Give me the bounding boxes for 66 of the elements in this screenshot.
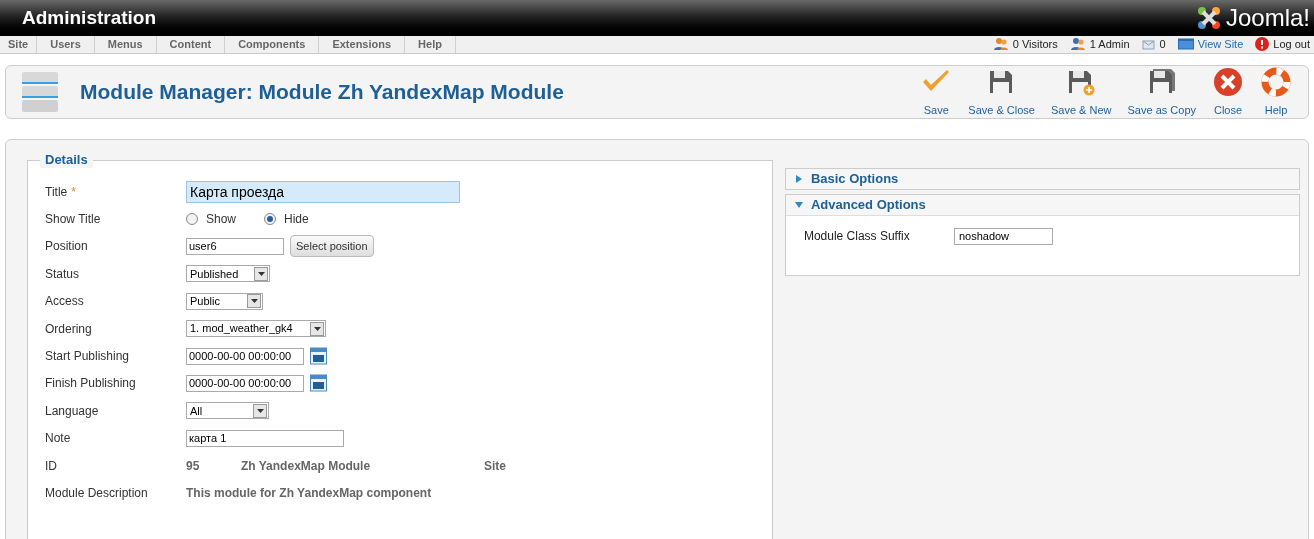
field-label: Language <box>45 402 99 420</box>
field-label: Module Description <box>45 485 148 502</box>
menu-item[interactable]: Site <box>0 36 38 53</box>
toolbar-button[interactable]: Save & New <box>1043 65 1120 118</box>
toolbar-button[interactable]: Save & Close <box>960 65 1043 118</box>
radio-option[interactable]: Show <box>186 210 237 229</box>
class-suffix-field[interactable]: noshadow <box>953 227 1053 245</box>
field-label: Position <box>45 238 88 256</box>
header-title: Administration <box>22 5 157 30</box>
dropdown[interactable]: Public <box>186 292 263 310</box>
status-link[interactable]: Log out <box>1273 36 1310 53</box>
calendar-icon[interactable] <box>310 347 327 366</box>
status-link[interactable]: View Site <box>1197 36 1244 53</box>
status-text: 0 Visitors <box>1012 37 1058 52</box>
info-text: Zh YandexMap Module <box>241 457 372 475</box>
title-field[interactable]: Карта проезда <box>186 180 460 203</box>
menu-item[interactable]: Components <box>225 36 320 53</box>
logo-icon <box>1195 5 1222 31</box>
radio-option[interactable]: Hide <box>264 210 309 229</box>
stack-icon <box>20 70 60 113</box>
toolbar-button[interactable]: Save <box>912 65 961 118</box>
position-field[interactable]: user6 <box>186 237 284 255</box>
note-field[interactable]: карта 1 <box>186 429 344 447</box>
fieldset-legend: Details <box>40 152 93 168</box>
info-text: This module for Zh YandexMap component <box>186 485 432 502</box>
field-label: Ordering <box>45 320 92 338</box>
field-label: Show Title <box>45 211 101 229</box>
field-label: Access <box>45 293 84 311</box>
users-icon <box>992 37 1009 52</box>
dropdown[interactable]: Published <box>186 265 270 283</box>
field-label: Start Publishing <box>45 348 130 366</box>
caret-right-icon <box>794 175 803 183</box>
info-text: Site <box>484 457 506 475</box>
alert-icon <box>1255 37 1270 52</box>
status-text: 1 Admin <box>1089 37 1130 52</box>
toolbar-button[interactable]: Close <box>1204 65 1252 118</box>
field-label: Finish Publishing <box>45 375 136 393</box>
caret-down-icon <box>794 201 803 209</box>
date-field[interactable]: 0000-00-00 00:00:00 <box>186 374 304 392</box>
menu-item[interactable]: Content <box>156 36 226 53</box>
status-text: 0 <box>1159 37 1166 52</box>
info-text: 95 <box>186 457 201 475</box>
window-icon <box>1177 38 1194 51</box>
users-icon <box>1069 37 1086 52</box>
required-asterisk-icon: * <box>71 182 76 201</box>
select-position-button[interactable]: Select position <box>290 235 374 258</box>
dropdown[interactable]: All <box>186 402 269 420</box>
dropdown[interactable]: 1. mod_weather_gk4 <box>186 320 326 338</box>
toolbar-button[interactable]: Save as Copy <box>1119 65 1204 118</box>
page-title: Module Manager: Module Zh YandexMap Module <box>80 79 564 105</box>
toolbar-button[interactable]: Help <box>1252 65 1300 118</box>
field-label: Module Class Suffix <box>803 228 911 245</box>
calendar-icon[interactable] <box>310 374 327 393</box>
envelope-icon <box>1141 38 1156 51</box>
field-label: Status <box>45 265 80 283</box>
menu-item[interactable]: Help <box>405 36 456 53</box>
field-label: Title <box>45 183 68 201</box>
accordion-header[interactable]: Basic Options <box>785 169 1299 189</box>
accordion-header[interactable]: Advanced Options <box>785 195 1299 215</box>
field-label: Note <box>45 430 71 448</box>
menu-item[interactable]: Extensions <box>319 36 406 53</box>
logo-text: Joomla! <box>1225 3 1310 33</box>
date-field[interactable]: 0000-00-00 00:00:00 <box>186 347 304 365</box>
field-label: ID <box>45 457 57 475</box>
menu-item[interactable]: Users <box>37 36 95 53</box>
menu-item[interactable]: Menus <box>94 36 157 53</box>
